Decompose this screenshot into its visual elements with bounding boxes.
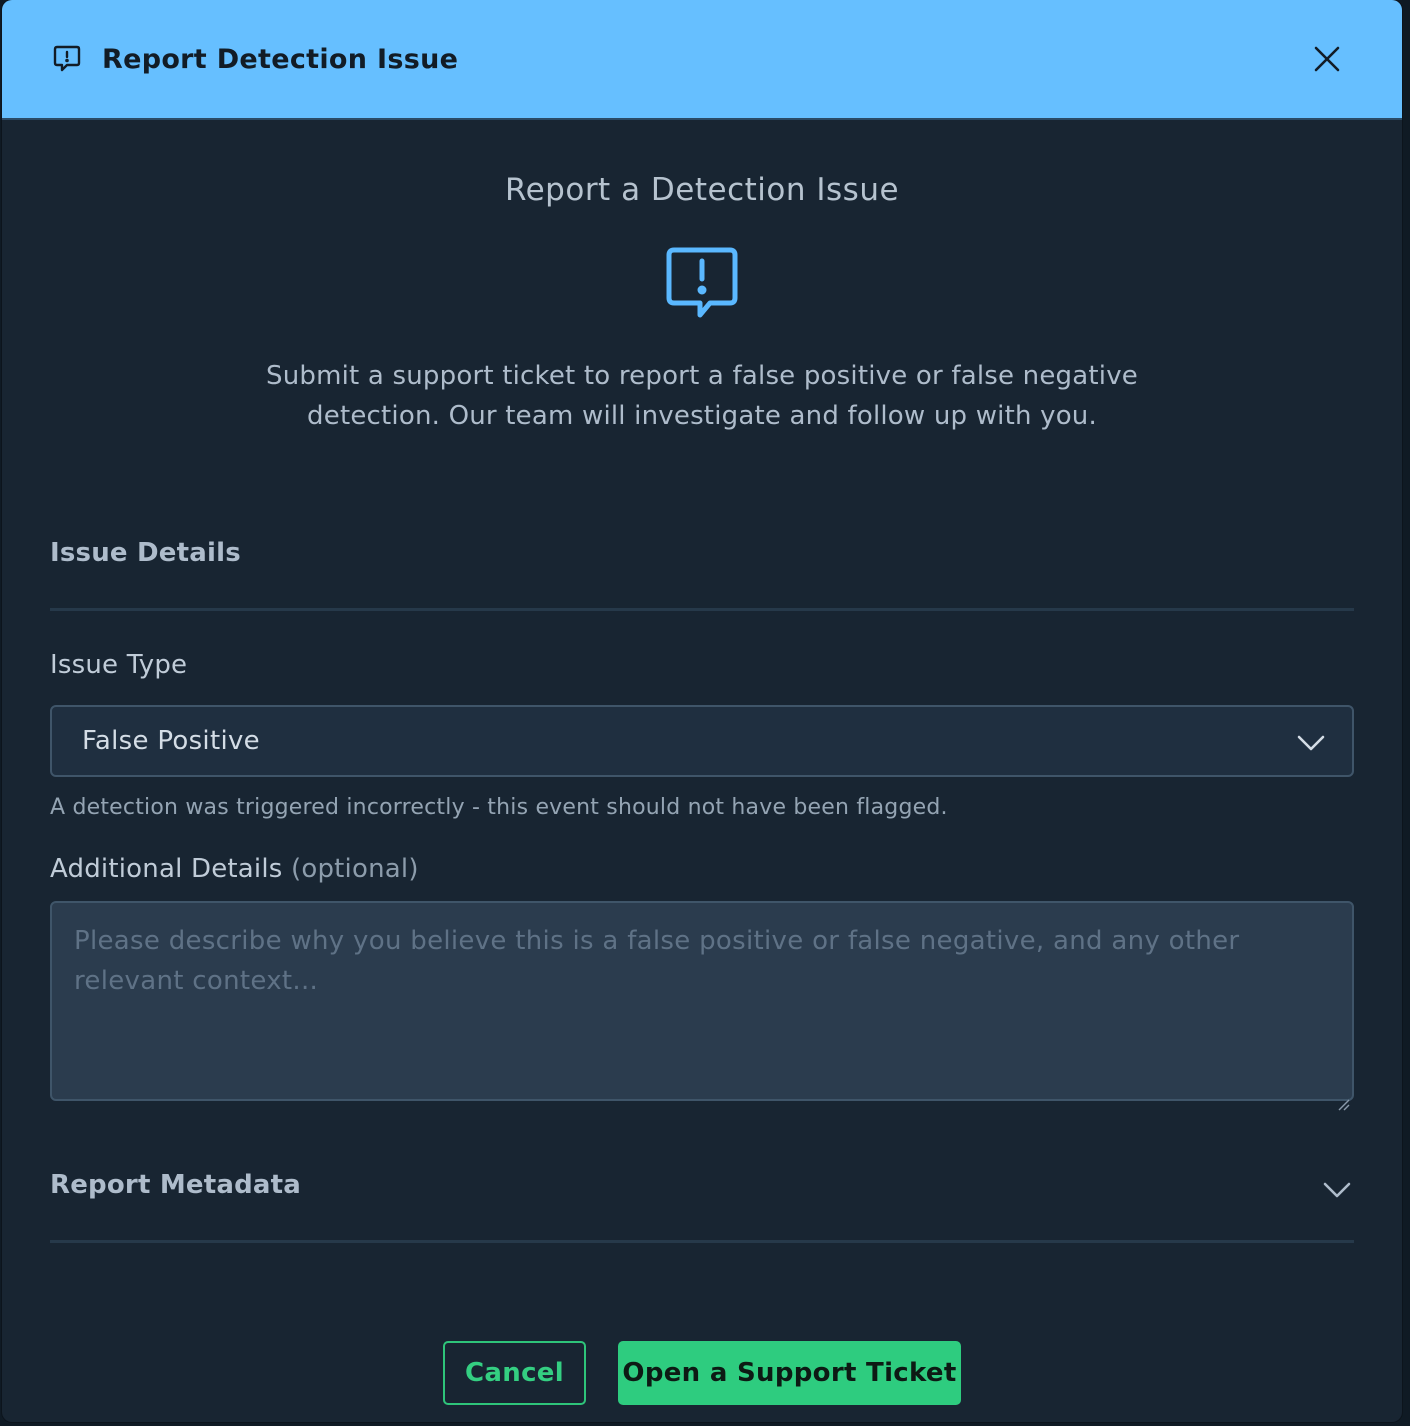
issue-details-heading: Issue Details (50, 538, 241, 568)
message-alert-icon (52, 43, 84, 75)
divider (50, 608, 1354, 611)
divider (50, 1240, 1354, 1243)
message-alert-icon (664, 246, 740, 326)
resize-grip-icon[interactable] (1336, 1083, 1350, 1111)
open-support-ticket-button[interactable]: Open a Support Ticket (618, 1341, 961, 1405)
chevron-down-icon (1296, 729, 1326, 757)
intro-title: Report a Detection Issue (504, 172, 900, 208)
additional-details-label-text: Additional Details (50, 854, 283, 884)
report-metadata-toggle[interactable]: Report Metadata (50, 1166, 1354, 1210)
modal-body: Report a Detection Issue Submit a suppor… (2, 172, 1402, 436)
close-icon[interactable] (1310, 42, 1344, 76)
additional-details-label: Additional Details (optional) (50, 854, 419, 884)
issue-type-select[interactable]: False Positive (50, 705, 1354, 777)
chevron-down-icon (1322, 1176, 1352, 1204)
issue-type-value: False Positive (82, 726, 260, 756)
modal-header: Report Detection Issue (2, 0, 1402, 120)
report-metadata-heading: Report Metadata (50, 1170, 302, 1200)
modal-title: Report Detection Issue (102, 43, 459, 75)
report-detection-modal: Report Detection Issue Report a Detectio… (2, 0, 1402, 1422)
intro-description: Submit a support ticket to report a fals… (266, 361, 1138, 431)
issue-type-label: Issue Type (50, 650, 188, 680)
optional-tag: (optional) (291, 854, 419, 884)
textarea-placeholder: Please describe why you believe this is … (74, 926, 1240, 996)
cancel-button[interactable]: Cancel (443, 1341, 586, 1405)
additional-details-textarea[interactable]: Please describe why you believe this is … (50, 901, 1354, 1111)
issue-type-helper: A detection was triggered incorrectly - … (50, 795, 948, 820)
intro-icon-wrap (50, 246, 1354, 326)
